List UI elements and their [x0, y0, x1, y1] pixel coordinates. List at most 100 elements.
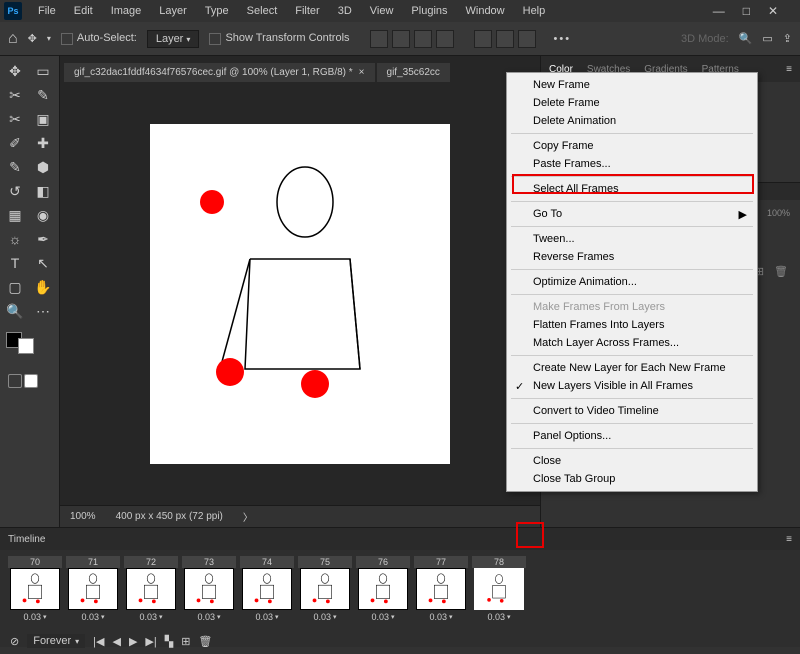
ctx-close-tab-group[interactable]: Close Tab Group [507, 470, 757, 488]
close-icon[interactable]: ✕ [768, 4, 778, 18]
crop-tool[interactable]: ✂ [2, 108, 28, 130]
zoom-tool[interactable]: 🔍 [2, 300, 28, 322]
frame-duration[interactable]: 0.03▾ [197, 612, 220, 622]
new-frame-icon[interactable]: ⊞ [181, 635, 190, 648]
distribute-icon[interactable] [518, 30, 536, 48]
blur-tool[interactable]: ◉ [30, 204, 56, 226]
menu-filter[interactable]: Filter [287, 3, 327, 19]
timeline-menu-icon[interactable]: ≡ [786, 534, 792, 545]
ctx-copy-frame[interactable]: Copy Frame [507, 137, 757, 155]
align-icon[interactable] [392, 30, 410, 48]
frame-thumbnail[interactable] [242, 568, 292, 610]
share-icon[interactable]: ⇪ [783, 32, 792, 45]
home-icon[interactable]: ⌂ [8, 30, 18, 48]
loop-dropdown[interactable]: Forever ▾ [27, 634, 85, 648]
prev-frame-icon[interactable]: ◀ [112, 635, 120, 648]
autoselect-checkbox[interactable] [61, 33, 73, 45]
menu-select[interactable]: Select [239, 3, 286, 19]
history-brush-tool[interactable]: ↺ [2, 180, 28, 202]
panel-menu-icon[interactable]: ≡ [786, 64, 792, 75]
ctx-convert-to-video-timeline[interactable]: Convert to Video Timeline [507, 402, 757, 420]
frame-duration[interactable]: 0.03▾ [487, 612, 510, 622]
ctx-new-frame[interactable]: New Frame [507, 76, 757, 94]
transform-checkbox[interactable] [209, 33, 221, 45]
type-tool[interactable]: T [2, 252, 28, 274]
autoselect-dropdown[interactable]: Layer ▾ [147, 30, 200, 48]
menu-window[interactable]: Window [458, 3, 513, 19]
ctx-flatten-frames-into-layers[interactable]: Flatten Frames Into Layers [507, 316, 757, 334]
ctx-close[interactable]: Close [507, 452, 757, 470]
once-toggle[interactable]: ⊘ [10, 635, 19, 648]
ctx-match-layer-across-frames-[interactable]: Match Layer Across Frames... [507, 334, 757, 352]
ctx-paste-frames-[interactable]: Paste Frames... [507, 155, 757, 173]
menu-view[interactable]: View [362, 3, 402, 19]
ctx-optimize-animation-[interactable]: Optimize Animation... [507, 273, 757, 291]
path-tool[interactable]: ↖ [30, 252, 56, 274]
align-icon[interactable] [370, 30, 388, 48]
frame-duration[interactable]: 0.03▾ [139, 612, 162, 622]
ctx-delete-frame[interactable]: Delete Frame [507, 94, 757, 112]
timeline-frame[interactable]: 74 0.03▾ [240, 556, 294, 622]
frame-duration[interactable]: 0.03▾ [255, 612, 278, 622]
zoom-level[interactable]: 100% [70, 511, 96, 522]
menu-plugins[interactable]: Plugins [403, 3, 455, 19]
frame-thumbnail[interactable] [126, 568, 176, 610]
distribute-icon[interactable] [474, 30, 492, 48]
brush-tool[interactable]: ✎ [2, 156, 28, 178]
fill-value[interactable]: 100% [767, 208, 790, 219]
standard-mode-icon[interactable] [8, 374, 22, 388]
quickmask-icon[interactable] [24, 374, 38, 388]
frame-thumbnail[interactable] [184, 568, 234, 610]
frame-duration[interactable]: 0.03▾ [371, 612, 394, 622]
ctx-go-to[interactable]: Go To▶ [507, 205, 757, 223]
healing-tool[interactable]: ✚ [30, 132, 56, 154]
delete-frame-icon[interactable]: 🗑 [198, 635, 212, 648]
menu-edit[interactable]: Edit [66, 3, 101, 19]
tween-icon[interactable]: ▚ [165, 635, 173, 648]
ctx-panel-options-[interactable]: Panel Options... [507, 427, 757, 445]
search-icon[interactable]: 🔍 [739, 32, 753, 45]
align-icon[interactable] [436, 30, 454, 48]
timeline-frame[interactable]: 73 0.03▾ [182, 556, 236, 622]
frame-duration[interactable]: 0.03▾ [81, 612, 104, 622]
stamp-tool[interactable]: ⬢ [30, 156, 56, 178]
quick-select-tool[interactable]: ✎ [30, 84, 56, 106]
timeline-frame[interactable]: 77 0.03▾ [414, 556, 468, 622]
trash-icon[interactable]: 🗑 [774, 265, 788, 278]
canvas[interactable] [150, 124, 450, 464]
move-tool-icon[interactable]: ✥ [28, 32, 37, 45]
menu-help[interactable]: Help [515, 3, 554, 19]
ctx-delete-animation[interactable]: Delete Animation [507, 112, 757, 130]
timeline-frame[interactable]: 75 0.03▾ [298, 556, 352, 622]
first-frame-icon[interactable]: |◀ [93, 635, 104, 648]
frame-thumbnail[interactable] [68, 568, 118, 610]
edit-toolbar[interactable]: ⋯ [30, 300, 56, 322]
frame-tool[interactable]: ▣ [30, 108, 56, 130]
frame-duration[interactable]: 0.03▾ [429, 612, 452, 622]
timeline-frame[interactable]: 78 0.03▾ [472, 556, 526, 622]
frame-duration[interactable]: 0.03▾ [23, 612, 46, 622]
ctx-tween-[interactable]: Tween... [507, 230, 757, 248]
timeline-frame[interactable]: 76 0.03▾ [356, 556, 410, 622]
marquee-tool[interactable]: ▭ [30, 60, 56, 82]
lasso-tool[interactable]: ✂ [2, 84, 28, 106]
gradient-tool[interactable]: ▦ [2, 204, 28, 226]
eraser-tool[interactable]: ◧ [30, 180, 56, 202]
timeline-frame[interactable]: 72 0.03▾ [124, 556, 178, 622]
frame-thumbnail[interactable] [300, 568, 350, 610]
document-tab[interactable]: gif_c32dac1fddf4634f76576cec.gif @ 100% … [64, 63, 375, 82]
workspace-icon[interactable]: ▭ [762, 32, 772, 45]
frame-duration[interactable]: 0.03▾ [313, 612, 336, 622]
menu-3d[interactable]: 3D [330, 3, 360, 19]
frame-thumbnail[interactable] [474, 568, 524, 610]
color-swatch[interactable] [2, 332, 57, 354]
close-tab-icon[interactable]: × [359, 67, 365, 78]
hand-tool[interactable]: ✋ [30, 276, 56, 298]
frame-thumbnail[interactable] [10, 568, 60, 610]
ctx-create-new-layer-for-each-new-frame[interactable]: Create New Layer for Each New Frame [507, 359, 757, 377]
minimize-icon[interactable]: — [713, 4, 725, 18]
timeline-frame[interactable]: 71 0.03▾ [66, 556, 120, 622]
shape-tool[interactable]: ▢ [2, 276, 28, 298]
dodge-tool[interactable]: ☼ [2, 228, 28, 250]
eyedropper-tool[interactable]: ✐ [2, 132, 28, 154]
